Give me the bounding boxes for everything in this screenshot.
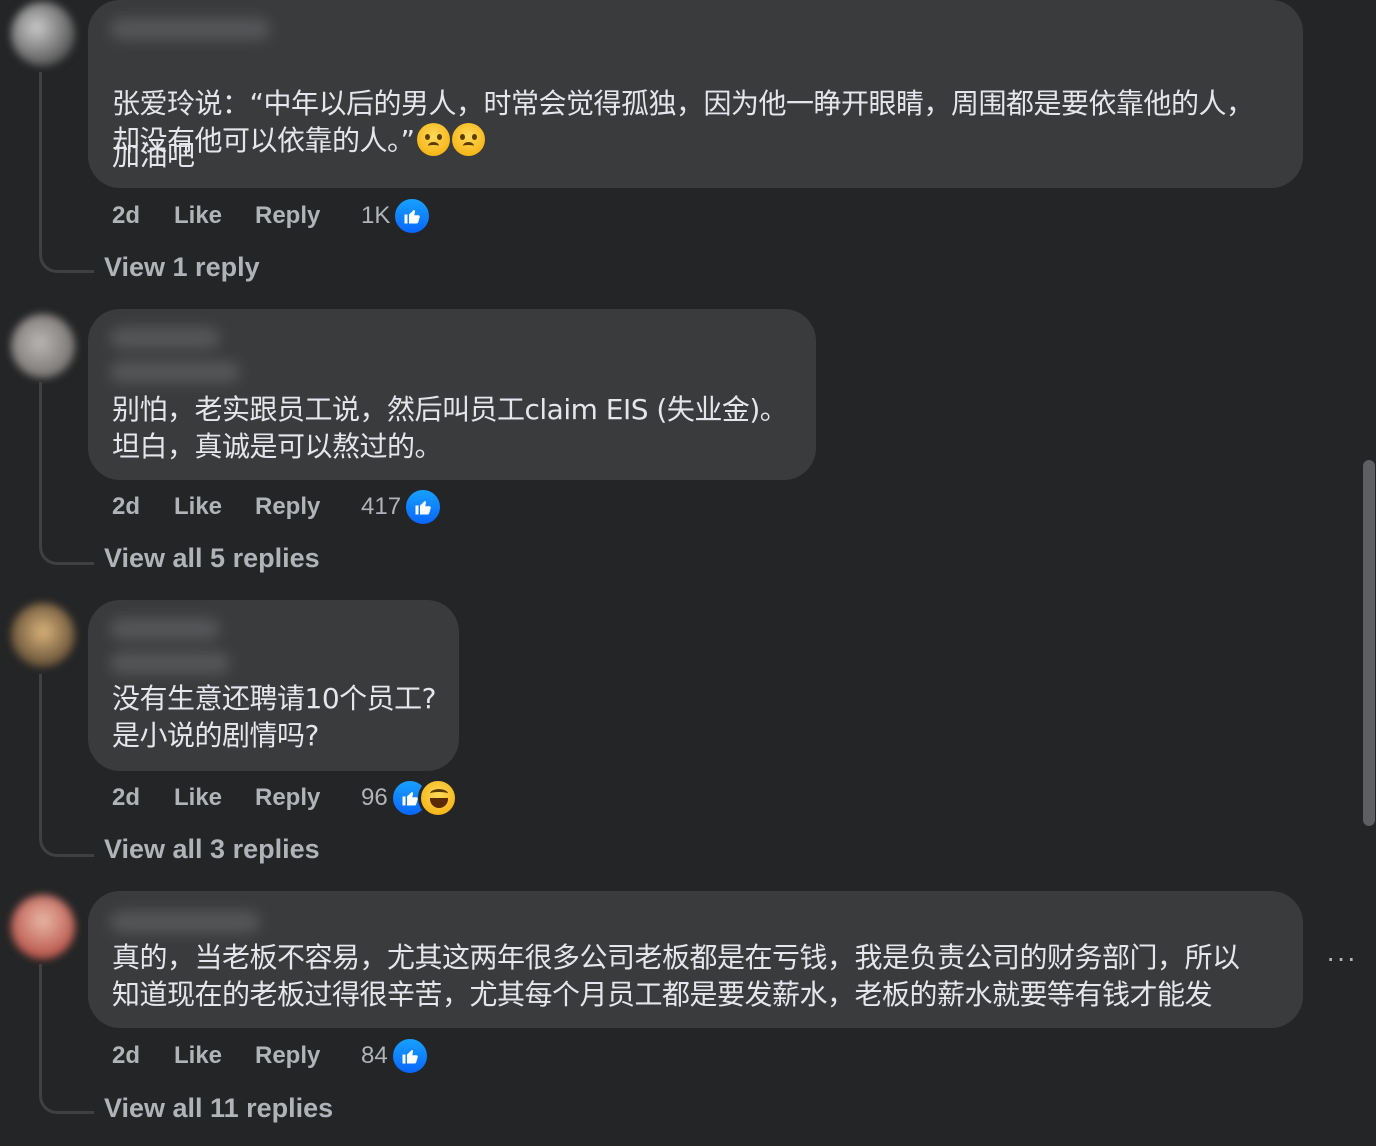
view-replies-link[interactable]: View all 5 replies [104,543,320,574]
haha-reaction-icon [417,778,458,818]
comment-actions: 2d Like Reply 96 [112,778,458,818]
avatar[interactable] [11,895,75,959]
thread-line [39,964,94,1114]
comment-text: 没有生意还聘请10个员工? 是小说的剧情吗? [112,682,437,752]
view-replies-link[interactable]: View all 3 replies [104,834,320,865]
author-name-redacted [110,327,220,349]
comment-actions: 2d Like Reply 84 [112,1036,430,1076]
author-name-redacted [110,618,220,640]
like-button[interactable]: Like [174,1042,255,1070]
comment-bubble: 张爱玲说：“中年以后的男人，时常会觉得孤独，因为他一睁开眼睛，周围都是要依靠他的… [88,0,1303,188]
more-options-icon[interactable]: ··· [1326,942,1357,974]
thread-line [39,72,94,273]
like-button[interactable]: Like [174,493,255,521]
reply-button[interactable]: Reply [255,784,361,812]
view-replies-link[interactable]: View 1 reply [104,252,260,283]
reaction-summary[interactable]: 417 [361,487,444,527]
timestamp[interactable]: 2d [112,784,174,812]
avatar[interactable] [11,314,75,378]
comment-bubble: 真的，当老板不容易，尤其这两年很多公司老板都是在亏钱，我是负责公司的财务部门，所… [88,891,1303,1028]
comment-text: 别怕，老实跟员工说，然后叫员工claim EIS (失业金)。 坦白，真诚是可以… [112,393,788,463]
comment-actions: 2d Like Reply 1K [112,196,433,236]
comment-bubble: 别怕，老实跟员工说，然后叫员工claim EIS (失业金)。 坦白，真诚是可以… [88,309,816,480]
scrollbar-thumb[interactable] [1363,460,1375,826]
reaction-count: 84 [361,1042,388,1069]
timestamp[interactable]: 2d [112,1042,174,1070]
reply-button[interactable]: Reply [255,493,361,521]
timestamp[interactable]: 2d [112,202,174,230]
reaction-summary[interactable]: 84 [361,1036,430,1076]
reply-button[interactable]: Reply [255,1042,361,1070]
thumbs-up-icon [392,196,433,236]
reply-button[interactable]: Reply [255,202,361,230]
reaction-count: 96 [361,784,388,811]
view-replies-link[interactable]: View all 11 replies [104,1093,333,1124]
reaction-summary[interactable]: 1K [361,196,433,236]
thread-line [39,382,94,565]
reaction-count: 1K [361,202,391,229]
comment-text: 真的，当老板不容易，尤其这两年很多公司老板都是在亏钱，我是负责公司的财务部门，所… [112,941,1240,1011]
author-name-redacted [110,911,260,933]
author-name-redacted [110,18,270,40]
reaction-summary[interactable]: 96 [361,778,458,818]
thread-line [39,674,94,857]
timestamp[interactable]: 2d [112,493,174,521]
avatar[interactable] [11,2,75,66]
thumbs-up-icon [403,487,444,527]
comment-bubble: 没有生意还聘请10个员工? 是小说的剧情吗? [88,600,459,771]
author-subtitle-redacted [110,652,230,674]
like-button[interactable]: Like [174,784,255,812]
like-button[interactable]: Like [174,202,255,230]
comment-text-line2: 加油吧 [112,139,195,172]
author-subtitle-redacted [110,361,240,383]
reaction-count: 417 [361,493,402,520]
comment-actions: 2d Like Reply 417 [112,487,444,527]
thumbs-up-icon [389,1036,430,1076]
avatar[interactable] [11,603,75,667]
